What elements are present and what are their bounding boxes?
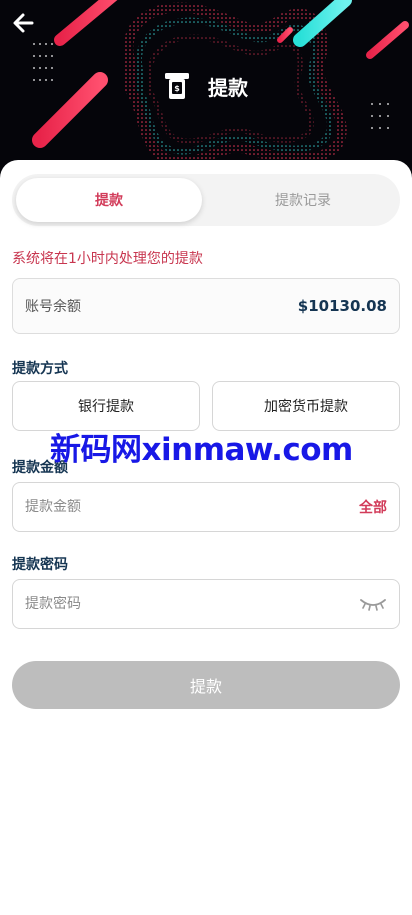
all-amount-button[interactable]: 全部 [359, 497, 387, 517]
password-visibility-toggle[interactable] [359, 596, 387, 612]
arrow-left-icon [13, 13, 34, 33]
eye-closed-icon [360, 599, 386, 611]
tab-bar: 提款 提款记录 [12, 174, 400, 226]
method-label: 提款方式 [12, 361, 68, 377]
tab-withdraw-history[interactable]: 提款记录 [210, 178, 396, 222]
amount-input[interactable] [25, 499, 359, 515]
submit-withdraw-button[interactable]: 提款 [12, 661, 400, 709]
svg-text:$: $ [174, 84, 180, 93]
atm-withdraw-icon: $ [165, 73, 189, 99]
withdraw-card: 提款 提款记录 系统将在1小时内处理您的提款 账号余额 $10130.08 提款… [0, 160, 412, 915]
header-banner: $ 提款 [0, 0, 412, 180]
password-input[interactable] [25, 596, 359, 612]
page-title-wrap: $ 提款 [0, 66, 412, 106]
balance-label: 账号余额 [25, 299, 81, 315]
password-label: 提款密码 [12, 557, 68, 573]
balance-display: 账号余额 $10130.08 [12, 278, 400, 334]
balance-value: $10130.08 [297, 297, 387, 315]
page-title: 提款 [208, 75, 248, 100]
processing-notice: 系统将在1小时内处理您的提款 [12, 251, 203, 267]
watermark-text: 新码网xinmaw.com [50, 432, 353, 468]
back-button[interactable] [10, 10, 36, 36]
tab-withdraw[interactable]: 提款 [16, 178, 202, 222]
amount-field: 全部 [12, 482, 400, 532]
password-field [12, 579, 400, 629]
